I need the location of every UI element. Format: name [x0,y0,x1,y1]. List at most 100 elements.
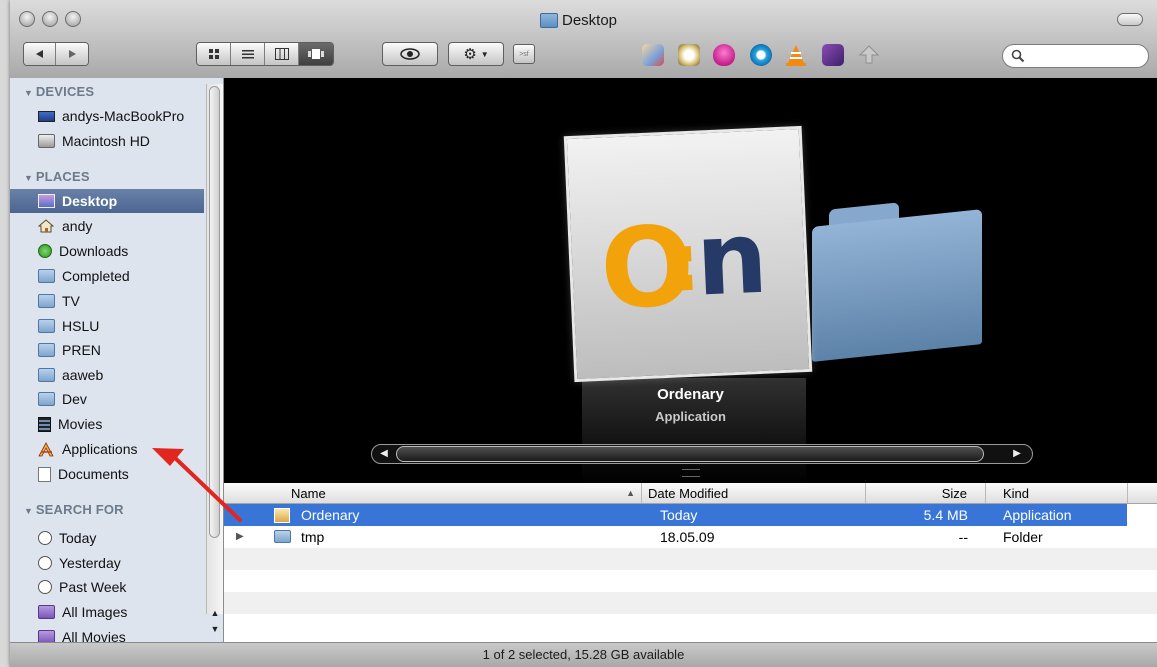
sidebar-item-dev[interactable]: Dev [10,387,204,411]
sidebar-item-label: Macintosh HD [62,133,150,149]
sidebar-item-today[interactable]: Today [10,526,204,550]
sidebar-item-documents[interactable]: Documents [10,462,204,486]
logo-letter-n: n [693,198,770,319]
sidebar-item-all-movies[interactable]: All Movies [10,625,204,642]
sidebar-item-completed[interactable]: Completed [10,264,204,288]
action-menu-button[interactable]: ⚙ ▼ [448,42,504,66]
sidebar-item-pren[interactable]: PREN [10,338,204,362]
clock-icon [38,580,52,594]
icon-view-button[interactable] [197,43,231,65]
sidebar-item-label: TV [62,293,80,309]
sidebar-item-label: andy [62,218,93,234]
movies-icon [38,416,51,432]
scroll-right-arrow-icon[interactable]: ▶ [1008,446,1026,462]
eye-icon [400,48,420,60]
back-button[interactable] [24,43,57,65]
scroll-left-arrow-icon[interactable]: ◀ [375,446,393,462]
search-field[interactable] [1002,44,1149,68]
cover-flow-scrollbar[interactable]: ◀ ▶ [371,444,1033,464]
column-header-label: Date Modified [648,486,729,501]
row-date-modified: 18.05.09 [660,529,715,545]
back-arrow-icon [35,50,43,58]
column-header-label: Kind [1003,486,1030,501]
sidebar-item-past-week[interactable]: Past Week [10,575,204,599]
sidebar-item-tv[interactable]: TV [10,289,204,313]
minimize-window-button[interactable] [42,11,58,27]
sidebar-item-label: Today [59,530,97,546]
vlc-toolbar-icon[interactable] [785,44,807,66]
smart-folder-icon [38,630,55,642]
folder-icon [38,319,55,333]
close-window-button[interactable] [19,11,35,27]
folder-icon [274,530,291,543]
sidebar-item-andys-macbookpro[interactable]: andys-MacBookPro [10,104,204,128]
cover-flow-icon [308,49,324,59]
clock-icon [38,556,52,570]
sidebar-section-devices[interactable]: ▼ DEVICES [24,84,94,99]
sidebar-item-label: PREN [62,342,101,358]
cover-flow-scroll-thumb[interactable] [396,446,984,462]
sidebar: ▼ DEVICES andys-MacBookPro Macintosh HD … [10,78,224,642]
install-toolbar-icon[interactable] [858,44,880,66]
toolbar-toggle-button[interactable] [1117,13,1143,26]
scroll-up-arrow-icon[interactable]: ▲ [208,606,222,620]
finder-window: Desktop ⚙ ▼ >sf ▼ DEVICES andys-MacBookP… [10,0,1157,667]
sidebar-item-macintosh-hd[interactable]: Macintosh HD [10,129,204,153]
column-view-button[interactable] [265,43,299,65]
sidebar-section-search-for[interactable]: ▼ SEARCH FOR [24,502,124,517]
cover-flow-area[interactable]: O : n Ordenary Application ◀ ▶ [224,78,1157,483]
table-row[interactable]: Ordenary Today 5.4 MB Application [224,504,1127,526]
row-kind: Application [1003,507,1072,523]
forward-button[interactable] [56,43,88,65]
dvd-app-toolbar-icon[interactable] [822,44,844,66]
sidebar-item-all-images[interactable]: All Images [10,600,204,624]
toolbar: Desktop ⚙ ▼ >sf [10,0,1157,79]
quick-look-button[interactable] [382,42,438,66]
tmp-folder-preview[interactable] [812,209,982,362]
disclosure-triangle-icon[interactable]: ▶ [236,526,244,548]
list-view-button[interactable] [231,43,265,65]
zoom-window-button[interactable] [65,11,81,27]
sidebar-item-label: Desktop [62,193,118,209]
sidebar-scrollbar[interactable]: ▲ ▼ [206,84,223,634]
sidebar-item-aaweb[interactable]: aaweb [10,363,204,387]
row-date-modified: Today [660,507,698,523]
sidebar-item-applications[interactable]: Applications [10,437,204,461]
heart-app-toolbar-icon[interactable] [713,44,735,66]
column-header-label: Name [291,486,326,501]
laptop-icon [38,110,55,122]
row-name: Ordenary [301,507,360,523]
folder-icon [38,269,55,283]
sidebar-item-downloads[interactable]: Downloads [10,239,204,263]
window-title-text: Desktop [562,11,618,29]
applications-icon [38,442,55,457]
sidebar-section-places[interactable]: ▼ PLACES [24,169,90,184]
view-mode-control [196,42,334,66]
quicktime-toolbar-icon[interactable] [750,44,772,66]
gear-icon: ⚙ [463,46,477,63]
sidebar-item-movies[interactable]: Movies [10,412,204,436]
column-header-date-modified[interactable]: Date Modified [642,483,866,503]
list-view-icon [241,50,254,59]
path-button[interactable]: >sf [513,44,535,64]
ordenary-app-cover[interactable]: O : n [563,125,813,383]
split-resize-handle[interactable] [682,469,700,477]
sidebar-item-hslu[interactable]: HSLU [10,314,204,338]
preview-toolbar-icon[interactable] [678,44,700,66]
scroll-down-arrow-icon[interactable]: ▼ [208,622,222,636]
column-header-size[interactable]: Size [866,483,986,503]
sidebar-item-label: Past Week [59,579,127,595]
empty-row [224,548,1157,570]
column-header-kind[interactable]: Kind [986,483,1128,503]
column-header-name[interactable]: Name ▲ [224,483,642,503]
table-row[interactable]: ▶ tmp 18.05.09 -- Folder [224,526,1157,548]
sidebar-item-label: Movies [58,416,103,432]
iphoto-toolbar-icon[interactable] [642,44,664,66]
sidebar-scroll-thumb[interactable] [209,86,220,538]
cover-flow-view-button[interactable] [299,43,333,65]
sidebar-item-yesterday[interactable]: Yesterday [10,551,204,575]
sidebar-item-label: aaweb [62,367,104,383]
sidebar-item-desktop[interactable]: Desktop [10,189,204,213]
chevron-down-icon: ▼ [480,49,489,59]
sidebar-item-andy[interactable]: andy [10,214,204,238]
